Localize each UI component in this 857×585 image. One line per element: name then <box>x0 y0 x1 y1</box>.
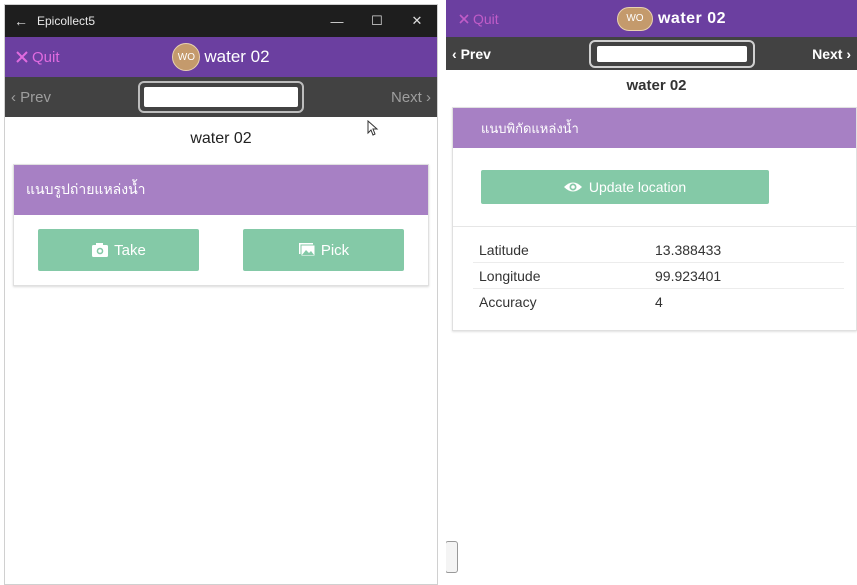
location-question-card: แนบพิกัดแหล่งน้ำ Update location Latitud… <box>452 107 857 331</box>
mouse-pointer-icon <box>367 119 379 139</box>
screenshot-stage: ← Epicollect5 — ☐ ✕ WO water 02 Quit ‹ P… <box>0 0 857 585</box>
quit-button[interactable]: Quit <box>446 11 499 27</box>
eye-icon <box>563 182 582 192</box>
camera-icon <box>92 243 109 257</box>
take-photo-button[interactable]: Take <box>38 229 199 271</box>
pick-label: Pick <box>320 241 350 259</box>
header-center: WO water 02 <box>446 0 857 37</box>
update-location-label: Update location <box>588 179 687 195</box>
progress-bar-fill <box>144 87 298 107</box>
prev-button[interactable]: ‹ Prev <box>452 46 491 62</box>
progress-indicator <box>138 81 304 113</box>
close-icon <box>16 51 28 63</box>
project-title: water 02 <box>657 9 727 27</box>
question-navbar: ‹ Prev Next › <box>446 37 857 70</box>
row-label: Longitude <box>479 267 541 284</box>
project-title: water 02 <box>204 47 270 66</box>
row-value: 99.923401 <box>655 267 722 284</box>
row-label: Latitude <box>479 241 529 258</box>
photo-question-heading: แนบรูปถ่ายแหล่งน้ำ <box>14 165 428 215</box>
location-row-longitude: Longitude 99.923401 <box>473 263 844 289</box>
back-arrow-icon[interactable]: ← <box>5 13 37 29</box>
location-actions: Update location <box>453 148 856 226</box>
drawer-handle[interactable] <box>446 541 458 573</box>
prev-label: Prev <box>20 88 52 106</box>
project-avatar: WO <box>172 43 201 71</box>
progress-bar-fill <box>596 45 747 62</box>
minimize-icon[interactable]: — <box>317 14 357 29</box>
app-header: WO water 02 Quit <box>446 0 857 37</box>
next-button[interactable]: Next › <box>391 89 431 106</box>
divider <box>453 226 856 227</box>
photo-actions: Take Pick <box>14 215 428 285</box>
window-app-name: Epicollect5 <box>37 14 96 28</box>
maximize-icon[interactable]: ☐ <box>357 13 397 29</box>
row-value: 13.388433 <box>655 241 722 258</box>
question-navbar: ‹ Prev Next › <box>5 77 437 117</box>
gallery-icon <box>298 243 316 257</box>
project-avatar: WO <box>616 6 653 31</box>
next-label: Next <box>812 45 843 62</box>
close-window-icon[interactable]: ✕ <box>397 13 437 29</box>
quit-label: Quit <box>473 10 499 27</box>
quit-label: Quit <box>32 48 60 66</box>
next-button[interactable]: Next › <box>812 46 851 62</box>
close-icon <box>459 13 469 24</box>
window-titlebar: ← Epicollect5 — ☐ ✕ <box>5 5 437 37</box>
pick-photo-button[interactable]: Pick <box>243 229 404 271</box>
app-header: WO water 02 Quit <box>5 37 437 77</box>
location-row-latitude: Latitude 13.388433 <box>473 237 844 263</box>
next-label: Next <box>390 88 422 106</box>
header-center: WO water 02 <box>5 37 437 77</box>
row-value: 4 <box>655 294 663 310</box>
right-app-window: WO water 02 Quit ‹ Prev Next › water 02 … <box>446 0 857 585</box>
take-label: Take <box>114 241 146 259</box>
left-app-window: ← Epicollect5 — ☐ ✕ WO water 02 Quit ‹ P… <box>4 4 438 585</box>
progress-indicator <box>588 39 755 68</box>
prev-label: Prev <box>460 45 491 62</box>
update-location-button[interactable]: Update location <box>480 170 769 204</box>
location-row-accuracy: Accuracy 4 <box>473 289 844 315</box>
entry-title: water 02 <box>626 77 687 94</box>
location-values-table: Latitude 13.388433 Longitude 99.923401 A… <box>473 237 844 315</box>
location-question-heading: แนบพิกัดแหล่งน้ำ <box>453 108 856 148</box>
photo-question-card: แนบรูปถ่ายแหล่งน้ำ Take Pick <box>13 164 429 286</box>
quit-button[interactable]: Quit <box>5 49 60 66</box>
row-label: Accuracy <box>479 294 537 310</box>
prev-button[interactable]: ‹ Prev <box>11 89 51 106</box>
